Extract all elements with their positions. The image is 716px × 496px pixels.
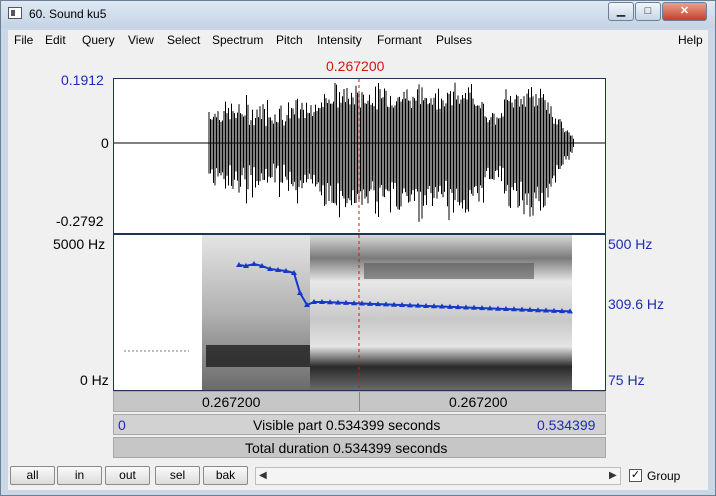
editor-area: 0.267200 0.1912 0 -0.2792 5000 Hz 0 Hz 5… — [8, 51, 708, 460]
client-area: File Edit Query View Select Spectrum Pit… — [8, 30, 708, 490]
spectrogram-plot — [124, 235, 573, 390]
waveform-panel[interactable] — [113, 78, 606, 234]
bottom-toolbar: all in out sel bak ◀ ▶ ✓ Group — [8, 461, 708, 490]
time-bar-divider — [359, 392, 360, 411]
visible-end-label: 0.534399 — [537, 417, 596, 433]
menu-query[interactable]: Query — [82, 33, 115, 47]
minimize-icon: ▁ — [616, 5, 626, 17]
scroll-right-icon[interactable]: ▶ — [609, 470, 617, 481]
menu-intensity[interactable]: Intensity — [317, 33, 362, 47]
menu-bar: File Edit Query View Select Spectrum Pit… — [8, 30, 708, 50]
menu-file[interactable]: File — [14, 33, 33, 47]
window-title: 60. Sound ku5 — [29, 7, 107, 21]
pitch-top-label: 500 Hz — [608, 236, 653, 252]
time-right-label: 0.267200 — [449, 394, 508, 410]
pitch-bottom-label: 75 Hz — [608, 372, 645, 388]
praat-sound-window: 60. Sound ku5 ▁ □ ✕ File Edit Query View… — [0, 0, 716, 496]
menu-help[interactable]: Help — [678, 33, 703, 47]
spectrogram-formant-band — [364, 263, 534, 279]
title-bar: 60. Sound ku5 ▁ □ ✕ — [1, 1, 715, 28]
group-label: Group — [647, 469, 681, 483]
menu-spectrum[interactable]: Spectrum — [212, 33, 263, 47]
menu-edit[interactable]: Edit — [45, 33, 66, 47]
spectrogram-panel[interactable] — [113, 234, 606, 391]
spectrogram-vowel-region — [310, 235, 572, 390]
waveform-plot — [114, 79, 605, 233]
zoom-selection-button[interactable]: sel — [155, 466, 200, 485]
menu-view[interactable]: View — [128, 33, 154, 47]
time-left-label: 0.267200 — [202, 394, 261, 410]
visible-start-label: 0 — [118, 417, 126, 433]
horizontal-scrollbar[interactable]: ◀ ▶ — [255, 467, 621, 485]
close-button[interactable]: ✕ — [662, 2, 707, 21]
visible-part-label: Visible part 0.534399 seconds — [253, 417, 441, 433]
total-duration-bar[interactable]: Total duration 0.534399 seconds — [113, 437, 606, 458]
spectrogram-bottom-freq: 0 Hz — [80, 372, 109, 388]
visible-part-bar[interactable]: 0 Visible part 0.534399 seconds 0.534399 — [113, 414, 606, 435]
menu-select[interactable]: Select — [167, 33, 200, 47]
minimize-button[interactable]: ▁ — [608, 2, 634, 21]
spectrogram-low-energy — [206, 345, 310, 367]
menu-formant[interactable]: Formant — [377, 33, 422, 47]
wave-max-label: 0.1912 — [61, 72, 104, 88]
maximize-icon: □ — [644, 5, 652, 17]
waveform-trace — [208, 82, 574, 222]
menu-pulses[interactable]: Pulses — [436, 33, 472, 47]
scroll-left-icon[interactable]: ◀ — [259, 470, 267, 481]
wave-zero-label: 0 — [101, 135, 109, 151]
pitch-current-label: 309.6 Hz — [608, 296, 665, 312]
total-duration-label: Total duration 0.534399 seconds — [245, 440, 448, 456]
close-icon: ✕ — [679, 5, 690, 17]
cursor-time-label: 0.267200 — [326, 58, 385, 74]
zoom-in-button[interactable]: in — [57, 466, 102, 485]
wave-min-label: -0.2792 — [56, 213, 104, 229]
zoom-out-button[interactable]: out — [105, 466, 150, 485]
spectrogram-top-freq: 5000 Hz — [53, 236, 106, 252]
group-checkbox[interactable]: ✓ — [629, 469, 642, 482]
maximize-button[interactable]: □ — [635, 2, 661, 21]
menu-pitch[interactable]: Pitch — [276, 33, 303, 47]
app-icon — [8, 7, 22, 19]
zoom-back-button[interactable]: bak — [203, 466, 248, 485]
time-bar[interactable]: 0.267200 0.267200 — [113, 391, 606, 412]
zoom-all-button[interactable]: all — [10, 466, 55, 485]
